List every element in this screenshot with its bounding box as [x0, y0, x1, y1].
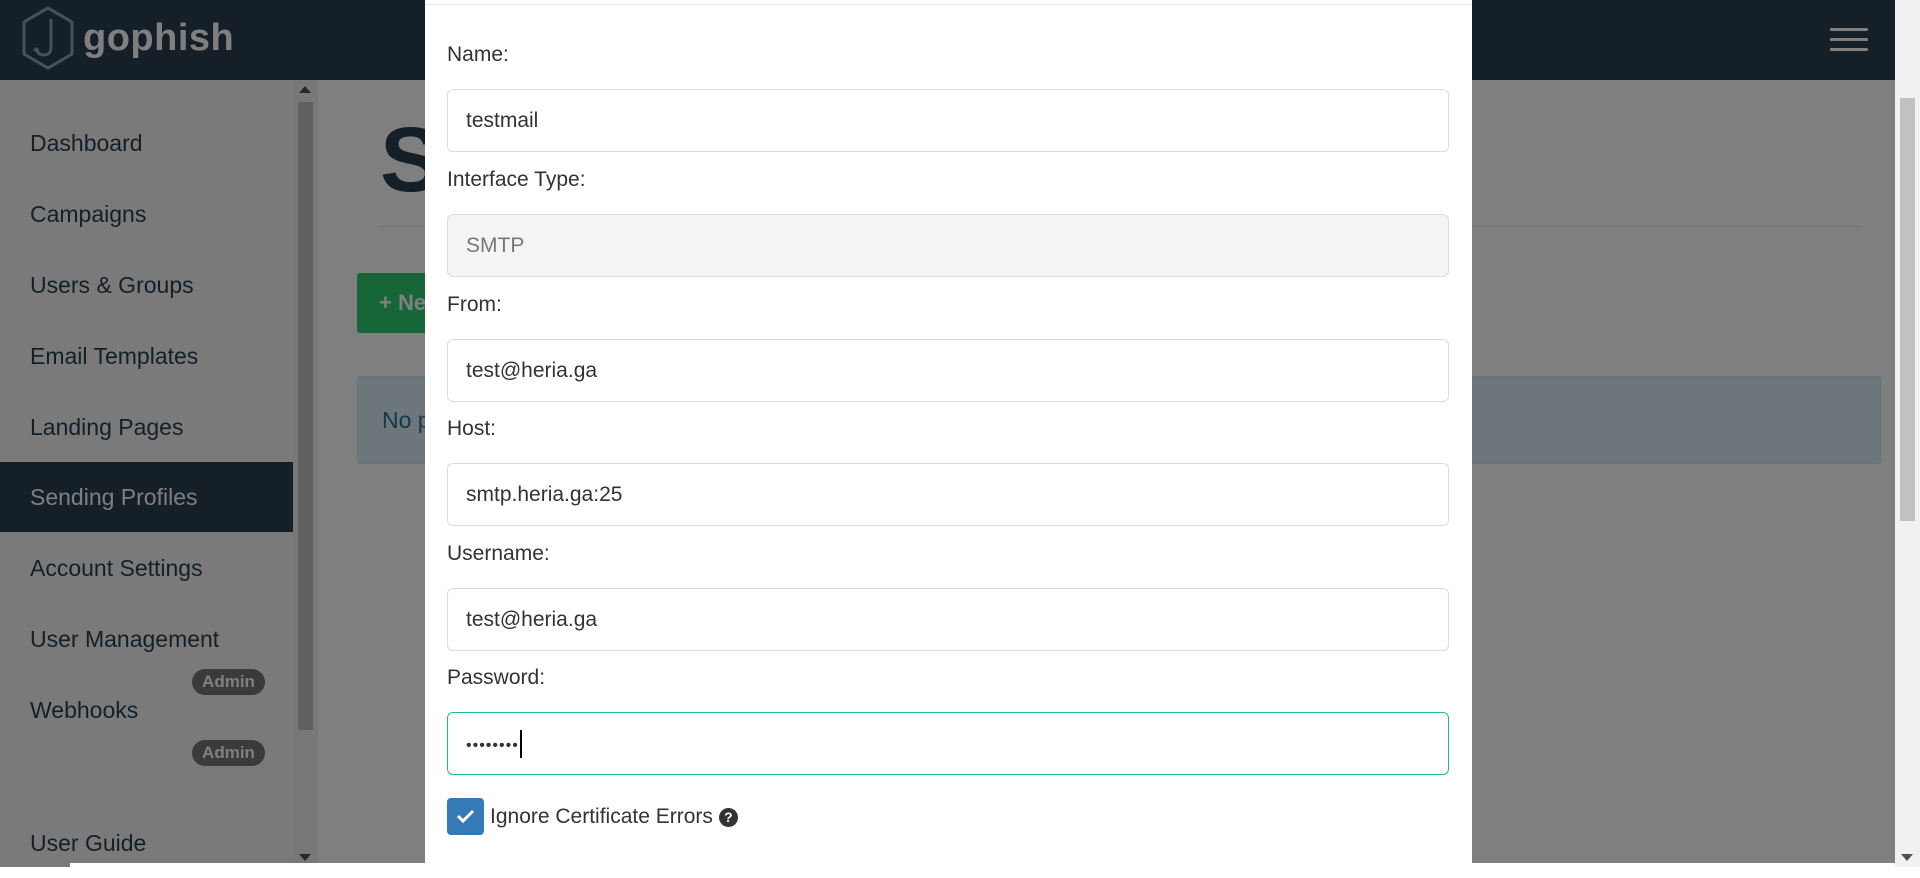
check-icon — [456, 809, 475, 824]
username-input[interactable]: test@heria.ga — [447, 588, 1449, 651]
ignore-cert-checkbox[interactable] — [447, 798, 484, 835]
host-label: Host: — [447, 417, 497, 440]
from-input[interactable]: test@heria.ga — [447, 339, 1449, 402]
question-circle-icon[interactable]: ? — [718, 807, 738, 827]
from-label: From: — [447, 293, 502, 316]
page-scrollbar[interactable] — [1895, 0, 1920, 867]
ignore-cert-label-row[interactable]: Ignore Certificate Errors? — [490, 805, 738, 829]
ignore-cert-label[interactable]: Ignore Certificate Errors — [490, 805, 713, 828]
password-mask: •••••••• — [466, 737, 519, 754]
password-input[interactable]: •••••••• — [447, 712, 1449, 775]
sending-profile-modal: Name: testmail Interface Type: SMTP From… — [425, 0, 1472, 867]
page-scroll-thumb[interactable] — [1900, 98, 1915, 521]
name-input[interactable]: testmail — [447, 89, 1449, 152]
interface-type-label: Interface Type: — [447, 168, 586, 191]
name-label: Name: — [447, 43, 509, 66]
password-label: Password: — [447, 666, 546, 689]
username-label: Username: — [447, 542, 550, 565]
host-input[interactable]: smtp.heria.ga:25 — [447, 463, 1449, 526]
modal-header-divider — [425, 4, 1472, 5]
text-caret — [519, 730, 522, 759]
scroll-down-arrow-icon[interactable] — [1901, 854, 1913, 861]
interface-type-input: SMTP — [447, 214, 1449, 277]
